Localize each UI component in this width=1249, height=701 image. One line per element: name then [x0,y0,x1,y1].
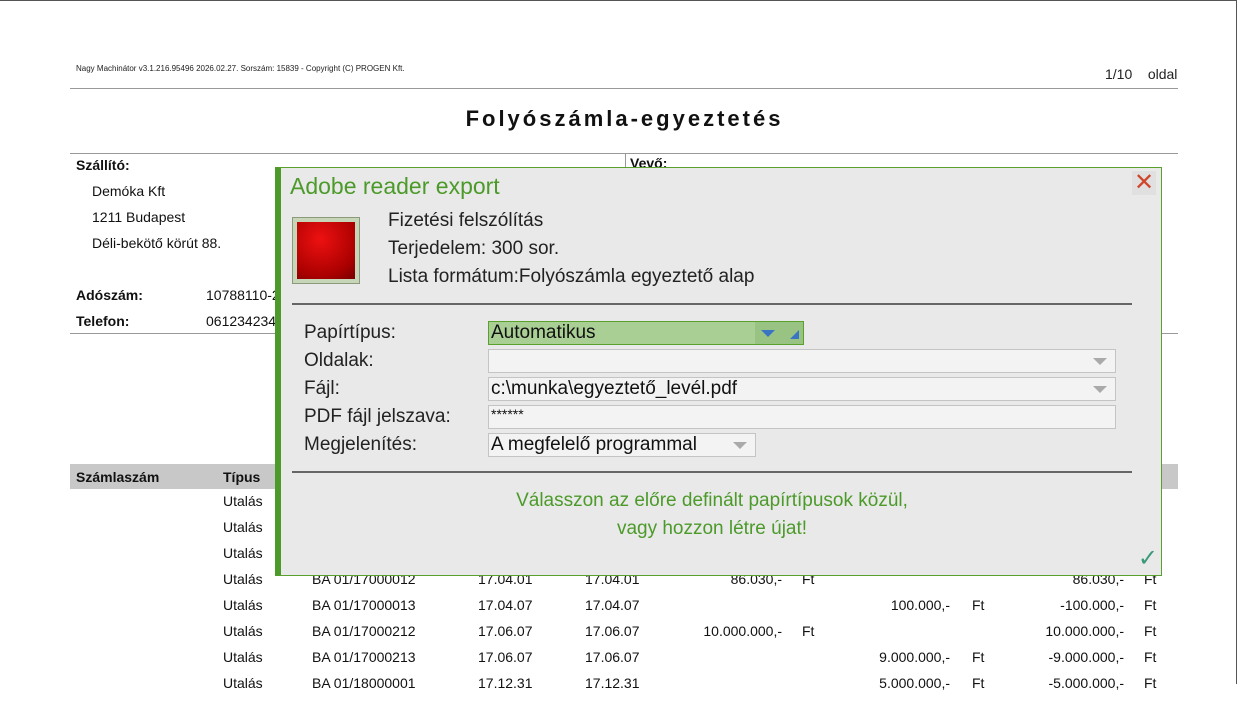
cell-credit: 5.000.000,- [879,675,950,691]
cell-type: Utalás [223,571,263,587]
cell-type: Utalás [223,675,263,691]
copyright-text: Nagy Machinátor v3.1.216.95496 2026.02.2… [76,64,405,73]
cell-bal: -5.000.000,- [1048,675,1125,691]
phone-label: Telefon: [76,313,130,329]
cell-credit-cur: Ft [972,675,985,691]
table-row[interactable]: Utalás BA 01/17000213 17.06.07 17.06.07 9.00… [0,649,1249,675]
cell-debit: 10.000.000,- [703,623,782,639]
divider [70,153,1178,154]
cell-credit-cur: Ft [972,597,985,613]
page-unit: oldal [1147,66,1178,82]
pages-label: Oldalak: [304,350,374,371]
separator [292,303,1132,305]
file-select[interactable]: c:\munka\egyeztető_levél.pdf [488,377,1116,401]
column-header-invoice[interactable]: Számlaszám [76,469,159,485]
document-size: Terjedelem: 300 sor. [388,238,560,259]
pages-select[interactable] [488,349,1116,373]
supplier-label: Szállító: [76,157,130,173]
resize-corner-icon[interactable] [790,330,799,339]
tax-label: Adószám: [76,287,143,303]
document-name: Fizetési felszólítás [388,210,544,231]
cell-doc: BA 01/17000213 [312,649,416,665]
list-format: Lista formátum:Folyószámla egyeztető ala… [388,266,755,287]
checkmark-icon[interactable]: ✓ [1138,544,1158,573]
cell-doc: BA 01/18000001 [312,675,416,691]
table-row[interactable]: Utalás BA 01/18000001 17.12.31 17.12.31 5.00… [0,675,1249,701]
chevron-down-icon[interactable] [1093,358,1107,365]
paper-type-select[interactable]: Automatikus [488,321,804,345]
cell-d2: 17.06.07 [585,623,640,639]
page-count: 1/10 [1105,66,1133,82]
divider [70,88,1178,89]
cell-credit: 100.000,- [890,597,950,613]
cell-type: Utalás [223,649,263,665]
cell-d2: 17.04.07 [585,597,640,613]
cell-d1: 17.12.31 [478,675,533,691]
supplier-street: Déli-bekötő körút 88. [92,235,222,251]
cell-credit: 9.000.000,- [879,649,950,665]
file-label: Fájl: [304,378,340,399]
hint-line-1: Válasszon az előre definált papírtípusok… [516,490,908,511]
phone-value: 0612342345 [206,313,284,329]
cell-d2: 17.12.31 [585,675,640,691]
cell-type: Utalás [223,493,263,509]
table-row[interactable]: Utalás BA 01/17000212 17.06.07 17.06.07 10.0… [0,623,1249,649]
chevron-down-icon[interactable] [733,442,747,449]
cell-type: Utalás [223,519,263,535]
cell-d1: 17.06.07 [478,649,533,665]
separator [292,471,1132,473]
paper-type-value: Automatikus [491,322,596,343]
chevron-down-icon[interactable] [761,330,775,337]
cell-doc: BA 01/17000212 [312,623,416,639]
cell-bal: -9.000.000,- [1048,649,1125,665]
cell-credit-cur: Ft [972,649,985,665]
password-input[interactable]: ****** [488,405,1116,429]
paper-type-label: Papírtípus: [304,322,396,343]
pdf-icon [292,217,360,284]
cell-bal-cur: Ft [1144,649,1157,665]
tax-value: 10788110-2- [206,287,285,303]
display-label: Megjelenítés: [304,434,418,455]
table-row[interactable]: Utalás BA 01/17000013 17.04.07 17.04.07 100.… [0,597,1249,623]
cell-d1: 17.04.07 [478,597,533,613]
display-select[interactable]: A megfelelő programmal [488,433,756,457]
hint-line-2: vagy hozzon létre újat! [616,518,808,539]
supplier-city: 1211 Budapest [92,209,186,225]
display-value: A megfelelő programmal [491,434,697,455]
close-icon[interactable]: ✕ [1132,171,1156,195]
chevron-down-icon[interactable] [1093,386,1107,393]
cell-d2: 17.06.07 [585,649,640,665]
password-label: PDF fájl jelszava: [304,406,451,427]
cell-bal: 10.000.000,- [1045,623,1124,639]
supplier-name: Demóka Kft [92,183,166,199]
export-dialog: Adobe reader export ✕ Fizetési felszólít… [275,167,1162,576]
page-number: 1/10 oldal [1105,66,1177,82]
cell-type: Utalás [223,545,263,561]
cell-type: Utalás [223,597,263,613]
cell-bal: -100.000,- [1060,597,1124,613]
cell-bal-cur: Ft [1144,623,1157,639]
column-header-type[interactable]: Típus [223,469,260,485]
cell-doc: BA 01/17000013 [312,597,416,613]
cell-bal-cur: Ft [1144,597,1157,613]
file-value: c:\munka\egyeztető_levél.pdf [491,378,738,399]
cell-d1: 17.06.07 [478,623,533,639]
dialog-title: Adobe reader export [290,173,500,199]
page-title: Folyószámla-egyeztetés [465,106,784,131]
cell-bal-cur: Ft [1144,675,1157,691]
cell-type: Utalás [223,623,263,639]
cell-debit-cur: Ft [802,623,815,639]
